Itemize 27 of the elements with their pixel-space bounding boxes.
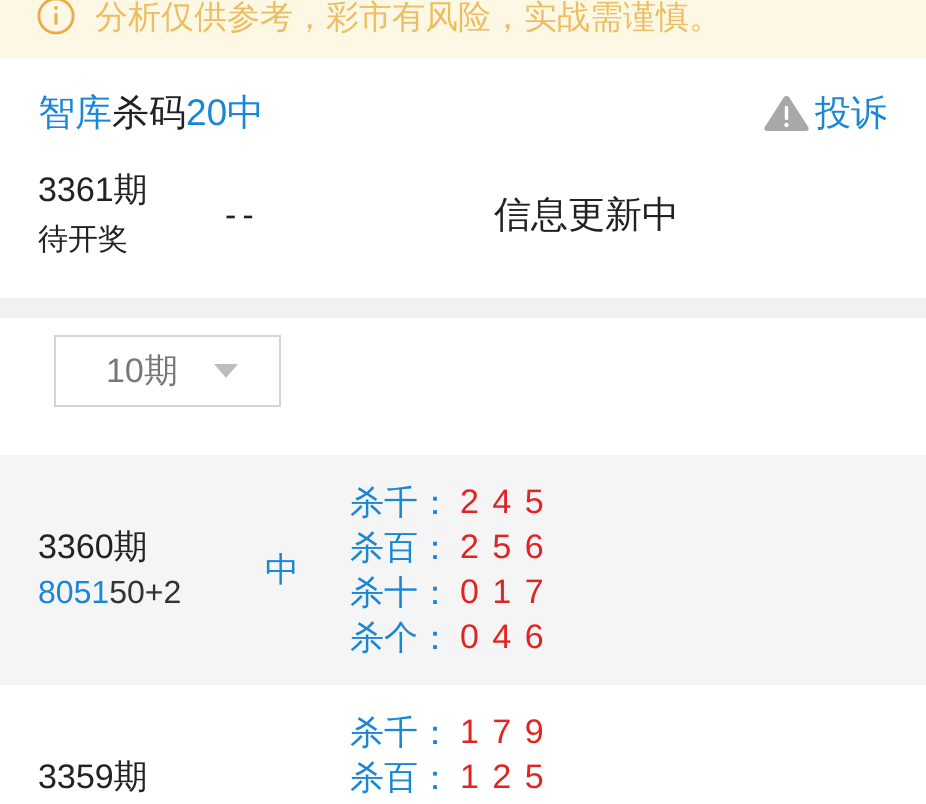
kill-digits: 1 7 9: [460, 713, 546, 752]
kill-label: 杀千：: [350, 482, 453, 524]
status-message: 信息更新中: [494, 193, 679, 237]
issue-number: 3359期: [38, 757, 148, 798]
kill-digits: 0 4 6: [460, 618, 546, 657]
kill-label: 杀百：: [350, 758, 453, 798]
kill-digits: 2 5 6: [460, 528, 546, 567]
warning-icon: [763, 94, 810, 132]
notice-text: 分析仅供参考，彩市有风险，实战需谨慎。: [95, 0, 722, 34]
kill-label: 杀十：: [350, 572, 453, 614]
period-dropdown[interactable]: 10期: [54, 335, 281, 407]
report-button[interactable]: 投诉: [763, 91, 887, 135]
kill-digits: 0 1 7: [460, 573, 546, 612]
issue-number: 3361期: [38, 170, 149, 211]
kill-digits: 2 4 5: [460, 483, 546, 522]
kill-label: 杀千：: [350, 712, 453, 754]
kill-label: 杀百：: [350, 528, 453, 568]
kill-label: 杀个：: [350, 618, 453, 658]
draw-status: 待开奖: [38, 222, 129, 258]
issue-number: 3360期: [38, 527, 148, 568]
info-icon: [37, 0, 75, 35]
panel-title: 智库杀码20中: [38, 91, 264, 135]
hit-label: 中: [265, 550, 299, 591]
draw-number: 805150+2: [38, 573, 182, 612]
draw-numbers: --: [225, 196, 260, 234]
kill-digits: 1 2 5: [460, 758, 546, 797]
caret-icon: [214, 364, 238, 378]
